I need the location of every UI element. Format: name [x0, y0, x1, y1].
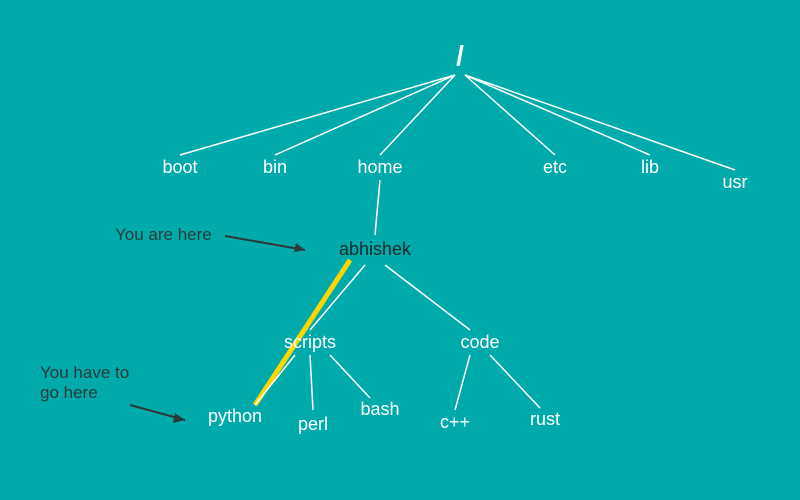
edge-scripts-python	[255, 355, 295, 405]
node-bash: bash	[360, 399, 399, 419]
edge-root-lib	[465, 75, 650, 155]
node-home: home	[357, 157, 402, 177]
edge-root-home	[380, 75, 455, 155]
edge-scripts-perl	[310, 355, 313, 410]
arrow-you-are-here	[225, 236, 305, 250]
edge-abhishek-code	[385, 265, 470, 330]
edge-scripts-bash	[330, 355, 370, 398]
annotation-go-here-line2: go here	[40, 383, 98, 402]
edge-code-cpp	[455, 355, 470, 410]
node-root: /	[456, 40, 464, 71]
node-usr: usr	[722, 172, 747, 192]
edge-root-bin	[275, 75, 455, 155]
node-rust: rust	[530, 409, 560, 429]
edge-root-boot	[180, 75, 455, 155]
node-python: python	[208, 406, 262, 426]
node-scripts: scripts	[284, 332, 336, 352]
edge-root-usr	[465, 75, 735, 170]
node-bin: bin	[263, 157, 287, 177]
node-boot: boot	[162, 157, 197, 177]
node-abhishek: abhishek	[339, 239, 412, 259]
edge-home-abhishek	[375, 180, 380, 235]
node-etc: etc	[543, 157, 567, 177]
edge-root-etc	[465, 75, 555, 155]
annotation-go-here-line1: You have to	[40, 363, 129, 382]
filesystem-tree-diagram: / boot bin home etc lib usr abhishek scr…	[0, 0, 800, 500]
annotation-you-are-here: You are here	[115, 225, 212, 244]
arrow-head-go-here	[173, 413, 185, 423]
node-cpp: c++	[440, 412, 470, 432]
node-lib: lib	[641, 157, 659, 177]
edge-code-rust	[490, 355, 540, 408]
node-code: code	[460, 332, 499, 352]
node-perl: perl	[298, 414, 328, 434]
